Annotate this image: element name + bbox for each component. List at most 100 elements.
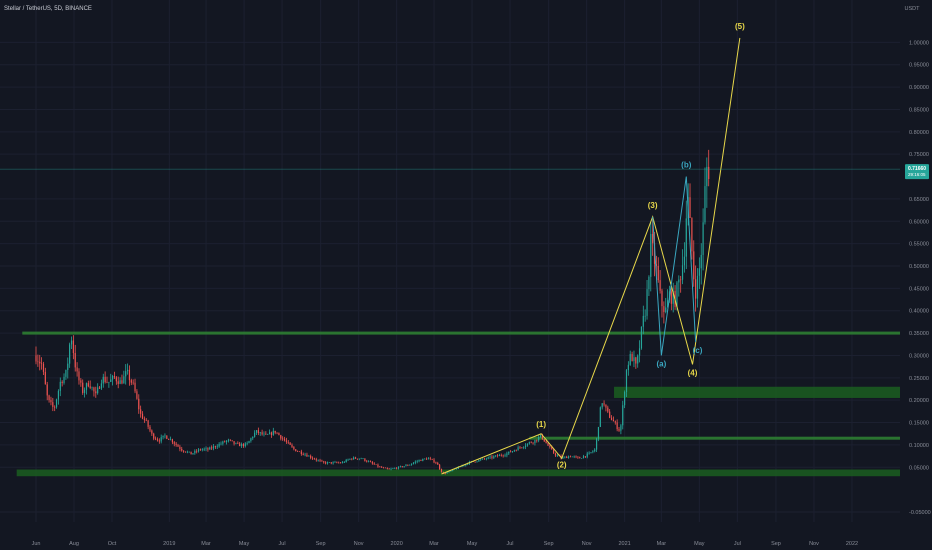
y-tick-label: 0.30000 xyxy=(909,353,929,359)
candle-body xyxy=(495,455,497,457)
candle-body xyxy=(97,387,99,394)
candle-body xyxy=(70,340,73,345)
candle-body xyxy=(339,462,342,464)
candle-body xyxy=(680,279,682,281)
candle-body xyxy=(313,458,316,460)
candle-body xyxy=(526,443,529,446)
candle-body xyxy=(156,439,159,441)
candle-body xyxy=(319,460,321,461)
candle-body xyxy=(323,461,325,463)
candle-body xyxy=(171,439,174,443)
candle-body xyxy=(573,456,575,458)
candle-body xyxy=(257,430,259,433)
candle-body xyxy=(188,451,190,453)
candle-body xyxy=(708,166,710,179)
candle-body xyxy=(601,403,603,408)
candle-body xyxy=(212,446,215,449)
candle-body xyxy=(283,438,286,441)
support-line xyxy=(22,331,900,335)
y-tick-label: 0.65000 xyxy=(909,197,929,203)
candle-body xyxy=(556,455,558,456)
candle-body xyxy=(446,472,448,474)
price-chart[interactable]: (1) (2) (3) (4) (5) (a) (b) (c) -0.05000 0.05000… xyxy=(0,0,932,550)
candle-body xyxy=(571,456,573,458)
candle-body xyxy=(235,443,237,444)
candle-body xyxy=(224,441,226,443)
candle-body xyxy=(169,439,172,440)
candle-body xyxy=(42,363,45,372)
candle-body xyxy=(328,462,330,463)
candle-body xyxy=(543,438,545,442)
candle-body xyxy=(244,443,246,447)
candle-body xyxy=(425,458,428,460)
candle-body xyxy=(211,447,213,449)
candle-body xyxy=(263,433,265,435)
corrective-wave-label: (c) xyxy=(693,346,703,355)
candle-body xyxy=(431,458,433,460)
candle-body xyxy=(528,442,530,444)
candle-body xyxy=(700,254,702,269)
candle-body xyxy=(35,355,37,362)
candle-body xyxy=(650,233,652,277)
candle-body xyxy=(147,420,149,427)
candle-body xyxy=(145,419,147,421)
candle-body xyxy=(549,445,551,447)
candle-body xyxy=(511,451,514,453)
candle-body xyxy=(37,361,39,363)
candle-body xyxy=(308,455,310,457)
candle-body xyxy=(663,306,665,313)
candle-body xyxy=(409,464,411,466)
candle-body xyxy=(622,405,624,426)
candle-body xyxy=(517,447,519,451)
candle-body xyxy=(293,446,295,450)
candle-body xyxy=(110,379,112,382)
impulse-wave-label: (4) xyxy=(688,369,698,378)
x-tick-label: 2021 xyxy=(618,541,630,547)
bar-countdown: 29:16:05 xyxy=(908,172,926,177)
candle-body xyxy=(698,268,700,276)
x-tick-label: Nov xyxy=(354,541,364,547)
candle-body xyxy=(373,463,375,465)
candle-body xyxy=(399,466,401,467)
candle-body xyxy=(332,462,334,464)
candle-body xyxy=(65,369,67,377)
candle-body xyxy=(57,390,60,400)
candle-body xyxy=(513,450,515,452)
candle-body xyxy=(115,377,117,382)
candle-body xyxy=(52,402,54,407)
candle-body xyxy=(575,456,577,458)
x-tick-label: Mar xyxy=(657,541,667,547)
x-tick-label: May xyxy=(694,541,705,547)
candle-body xyxy=(132,382,134,384)
candle-body xyxy=(631,353,633,362)
candle-body xyxy=(416,461,418,462)
candle-body xyxy=(382,467,385,469)
candle-body xyxy=(504,455,506,456)
candle-body xyxy=(500,455,502,456)
candle-body xyxy=(282,438,284,440)
candle-body xyxy=(138,398,140,410)
candle-body xyxy=(485,458,487,460)
candle-body xyxy=(311,457,314,459)
x-tick-label: May xyxy=(239,541,250,547)
candle-body xyxy=(300,451,302,455)
candle-body xyxy=(250,438,252,442)
candle-body xyxy=(487,457,489,459)
candle-body xyxy=(255,430,258,433)
candle-body xyxy=(302,454,304,455)
candle-body xyxy=(638,348,641,356)
candle-body xyxy=(554,453,557,456)
candle-body xyxy=(287,441,289,443)
candle-body xyxy=(154,438,157,440)
candle-body xyxy=(538,437,540,441)
candle-body xyxy=(209,447,211,450)
candle-body xyxy=(478,459,480,462)
candle-body xyxy=(439,464,441,469)
candle-body xyxy=(87,383,89,387)
candle-body xyxy=(141,413,144,419)
currency-label: USDT xyxy=(905,6,921,12)
candle-body xyxy=(164,435,166,437)
candle-body xyxy=(125,371,127,377)
candle-body xyxy=(227,439,230,441)
support-zone xyxy=(16,469,900,477)
